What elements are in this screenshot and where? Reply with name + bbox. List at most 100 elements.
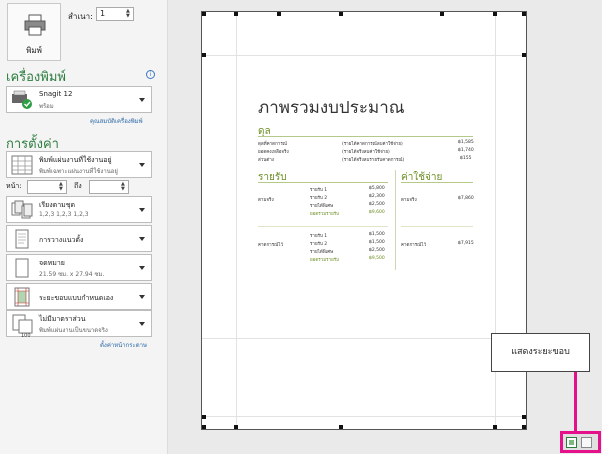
left-margin-line[interactable] — [236, 12, 237, 429]
zoom-to-page-icon[interactable] — [581, 437, 592, 448]
chevron-down-icon — [139, 321, 145, 326]
copies-input[interactable]: 1 ▲ ▼ — [96, 7, 134, 21]
document-title: ภาพรวมงบประมาณ — [258, 98, 405, 118]
print-what-dropdown[interactable]: พิมพ์แผ่นงานที่ใช้งานอยู่ พิมพ์เฉพาะแผ่น… — [6, 151, 152, 178]
income-total-label: ยอดรวมรายรับ — [310, 212, 340, 217]
income-item-label: รายรับ 2 — [310, 196, 328, 201]
column-divider — [395, 170, 396, 270]
actual-size-icon — [12, 314, 33, 334]
income-item-label: รายรับ 2 — [310, 242, 328, 247]
pages-label: หน้า: — [6, 182, 22, 190]
margin-handle[interactable] — [202, 12, 206, 16]
printer-dropdown[interactable]: Snagit 12 พร้อม — [6, 86, 152, 113]
paper-size-subtitle: 21.59 ซม. x 27.94 ซม. — [39, 271, 105, 278]
summary-value: ฿1,740 — [458, 148, 474, 153]
pages-to-spinner[interactable]: ▲ ▼ — [121, 182, 127, 192]
collate-subtitle: 1,2,3 1,2,3 1,2,3 — [39, 211, 89, 218]
portrait-page-icon — [15, 229, 29, 249]
callout-connector — [574, 372, 577, 432]
margin-handle[interactable] — [493, 12, 497, 16]
print-what-subtitle: พิมพ์เฉพาะแผ่นงานที่ใช้งานอยู่ — [39, 168, 118, 175]
expense-actual-value: ฿7,860 — [458, 196, 474, 201]
margin-handle[interactable] — [522, 415, 526, 419]
print-preview-page: ภาพรวมงบประมาณ ดุล ดุลที่คาดการณ์ (รายได… — [201, 11, 527, 430]
print-what-title: พิมพ์แผ่นงานที่ใช้งานอยู่ — [39, 156, 112, 164]
scaling-subtitle: พิมพ์แผ่นงานเป็นขนาดจริง — [39, 327, 108, 334]
copies-spinner[interactable]: ▲ ▼ — [126, 9, 132, 19]
income-item-label: รายได้พิเศษ — [310, 204, 334, 209]
income-total-value: ฿9,500 — [369, 256, 385, 261]
margin-handle[interactable] — [522, 12, 526, 16]
show-margins-callout: แสดงระยะขอบ — [491, 333, 590, 372]
expense-rule — [401, 182, 473, 183]
summary-value: ฿1,585 — [458, 140, 474, 145]
income-item-value: ฿2,300 — [369, 194, 385, 199]
margin-handle[interactable] — [202, 425, 206, 429]
pages-to-label: ถึง — [74, 182, 82, 190]
orientation-title: การวางแนวตั้ง — [39, 236, 84, 244]
chevron-down-icon — [139, 97, 145, 102]
margin-handle[interactable] — [440, 12, 444, 16]
summary-desc: (รายได้จริงลบค่าใช้จ่าย) — [342, 150, 390, 155]
pages-to-input[interactable]: ▲ ▼ — [89, 180, 129, 194]
pages-from-spinner[interactable]: ▲ ▼ — [59, 182, 65, 192]
margin-handle[interactable] — [234, 425, 238, 429]
pages-from-input[interactable]: ▲ ▼ — [27, 180, 67, 194]
income-total-label: ยอดรวมรายรับ — [310, 258, 340, 263]
chevron-down-icon — [139, 162, 145, 167]
summary-rule — [258, 136, 473, 137]
income-item-label: รายได้พิเศษ — [310, 250, 334, 255]
summary-label: ดุลที่คาดการณ์ — [258, 142, 287, 147]
expense-projected-value: ฿7,915 — [458, 241, 474, 246]
margin-handle[interactable] — [522, 425, 526, 429]
chevron-down-icon — [139, 236, 145, 241]
summary-label: ส่วนต่าง — [258, 158, 274, 163]
margin-handle[interactable] — [339, 12, 343, 16]
margins-dropdown[interactable]: ระยะขอบแบบกำหนดเอง — [6, 283, 152, 310]
show-margins-icon[interactable] — [566, 437, 577, 448]
scaling-dropdown[interactable]: 100 ไม่มีมาตราส่วน พิมพ์แผ่นงานเป็นขนาดจ… — [6, 310, 152, 339]
copies-value: 1 — [100, 9, 106, 18]
sheet-grid-icon — [11, 155, 33, 175]
summary-desc: (รายได้คาดการณ์ลบค่าใช้จ่าย) — [342, 142, 403, 147]
collate-dropdown[interactable]: เรียงตามชุด 1,2,3 1,2,3 1,2,3 — [6, 196, 152, 223]
printer-ready-icon — [12, 90, 32, 109]
top-margin-line[interactable] — [202, 55, 526, 56]
income-item-label: รายรับ 1 — [310, 188, 328, 193]
print-button[interactable]: พิมพ์ — [7, 3, 61, 61]
income-item-value: ฿1,500 — [369, 240, 385, 245]
paper-size-dropdown[interactable]: จดหมาย 21.59 ซม. x 27.94 ซม. — [6, 254, 152, 281]
margin-handle[interactable] — [277, 12, 281, 16]
margin-handle[interactable] — [202, 415, 206, 419]
summary-desc: (รายได้จริงลบรายรับคาดการณ์) — [342, 158, 405, 163]
income-item-value: ฿1,500 — [369, 232, 385, 237]
view-buttons-highlight — [560, 431, 601, 453]
collate-title: เรียงตามชุด — [39, 201, 76, 209]
printer-icon — [24, 14, 46, 36]
printer-status: พร้อม — [39, 103, 54, 110]
margin-handle[interactable] — [339, 425, 343, 429]
margin-handle[interactable] — [202, 53, 206, 57]
scaling-badge: 100 — [21, 333, 31, 339]
paper-icon — [15, 258, 29, 278]
scaling-title: ไม่มีมาตราส่วน — [39, 315, 86, 323]
printer-properties-link[interactable]: คุณสมบัติเครื่องพิมพ์ — [90, 116, 143, 126]
summary-label: ยอดคงเหลือจริง — [258, 150, 289, 155]
income-item-label: รายรับ 1 — [310, 234, 328, 239]
footer-margin-line[interactable] — [202, 416, 526, 417]
info-icon[interactable]: i — [146, 70, 155, 79]
orientation-dropdown[interactable]: การวางแนวตั้ง — [6, 225, 152, 252]
chevron-down-icon — [139, 265, 145, 270]
chevron-down-icon — [139, 294, 145, 299]
margin-handle[interactable] — [493, 425, 497, 429]
margin-handle[interactable] — [522, 53, 526, 57]
custom-margins-icon — [14, 287, 30, 307]
paper-size-title: จดหมาย — [39, 259, 65, 267]
printer-section-title: เครื่องพิมพ์ — [6, 70, 66, 85]
summary-value: ฿155 — [460, 156, 472, 161]
margin-handle[interactable] — [234, 12, 238, 16]
bottom-margin-line[interactable] — [202, 338, 526, 339]
page-setup-link[interactable]: ตั้งค่าหน้ากระดาษ — [100, 340, 147, 350]
expense-projected-label: คาดการณ์ไว้ — [401, 243, 427, 248]
collate-icon — [11, 200, 33, 219]
